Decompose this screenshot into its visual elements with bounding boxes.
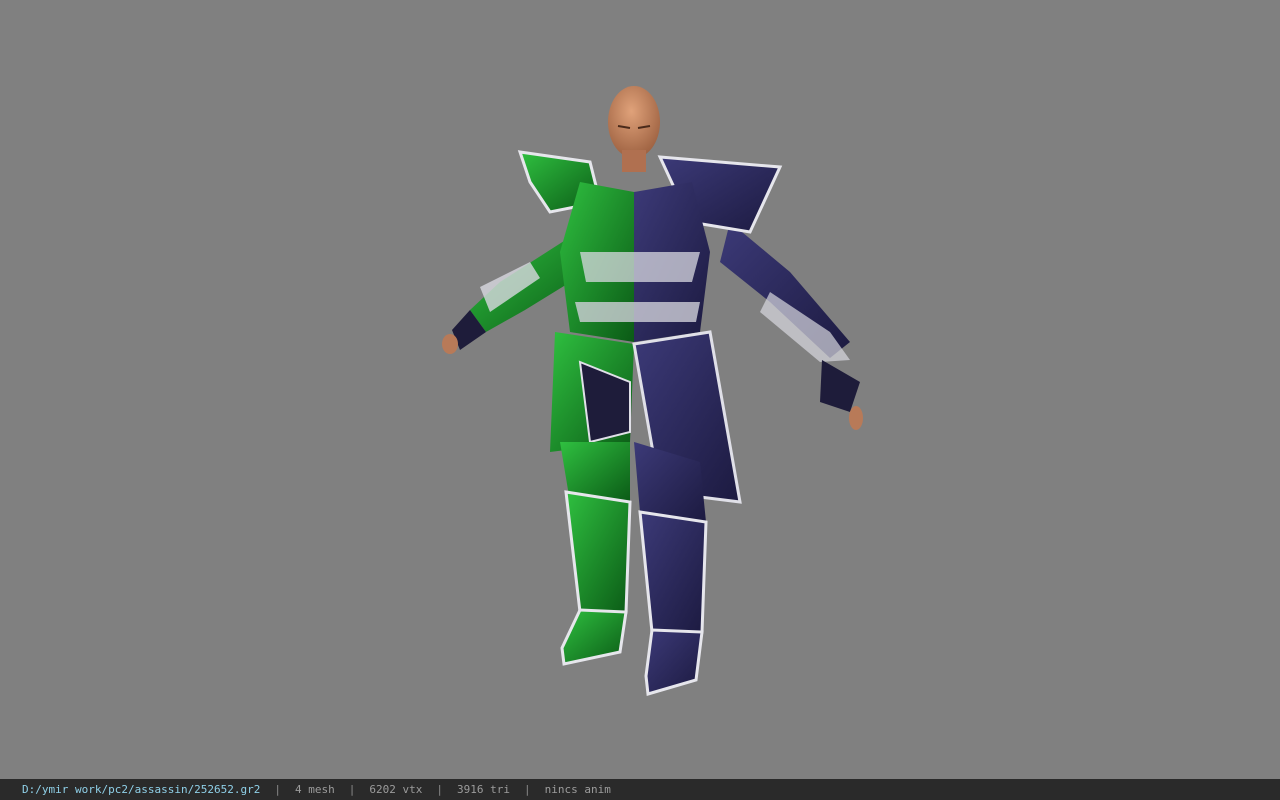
3d-viewport[interactable] (0, 0, 1280, 779)
character-model[interactable] (430, 82, 880, 702)
right-arm (720, 222, 863, 430)
vertex-count: 6202 vtx (369, 783, 423, 796)
separator: | (436, 783, 444, 796)
triangle-count: 3916 tri (457, 783, 511, 796)
head (608, 86, 660, 172)
torso (560, 182, 710, 342)
animation-status: nincs anim (544, 783, 611, 796)
separator: | (348, 783, 356, 796)
mesh-count: 4 mesh (295, 783, 335, 796)
legs (560, 442, 708, 696)
separator: | (524, 783, 531, 796)
separator: | (274, 783, 282, 796)
status-bar: D:/ymir work/pc2/assassin/252652.gr2 | 4 m… (0, 779, 1280, 800)
file-path: D:/ymir work/pc2/assassin/252652.gr2 (22, 783, 261, 796)
